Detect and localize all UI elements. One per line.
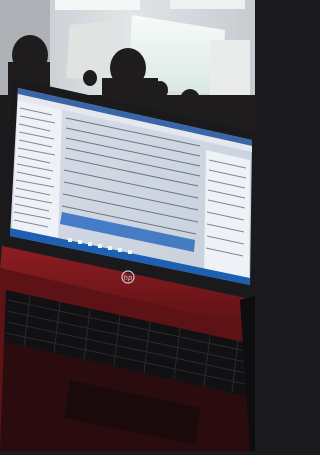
photo-scene: hp <box>0 0 255 451</box>
right-panel <box>210 40 250 95</box>
ceiling-light <box>55 0 140 10</box>
photo-illustration: hp <box>0 0 255 451</box>
ceiling-light <box>170 0 245 9</box>
svg-text:hp: hp <box>124 274 133 282</box>
